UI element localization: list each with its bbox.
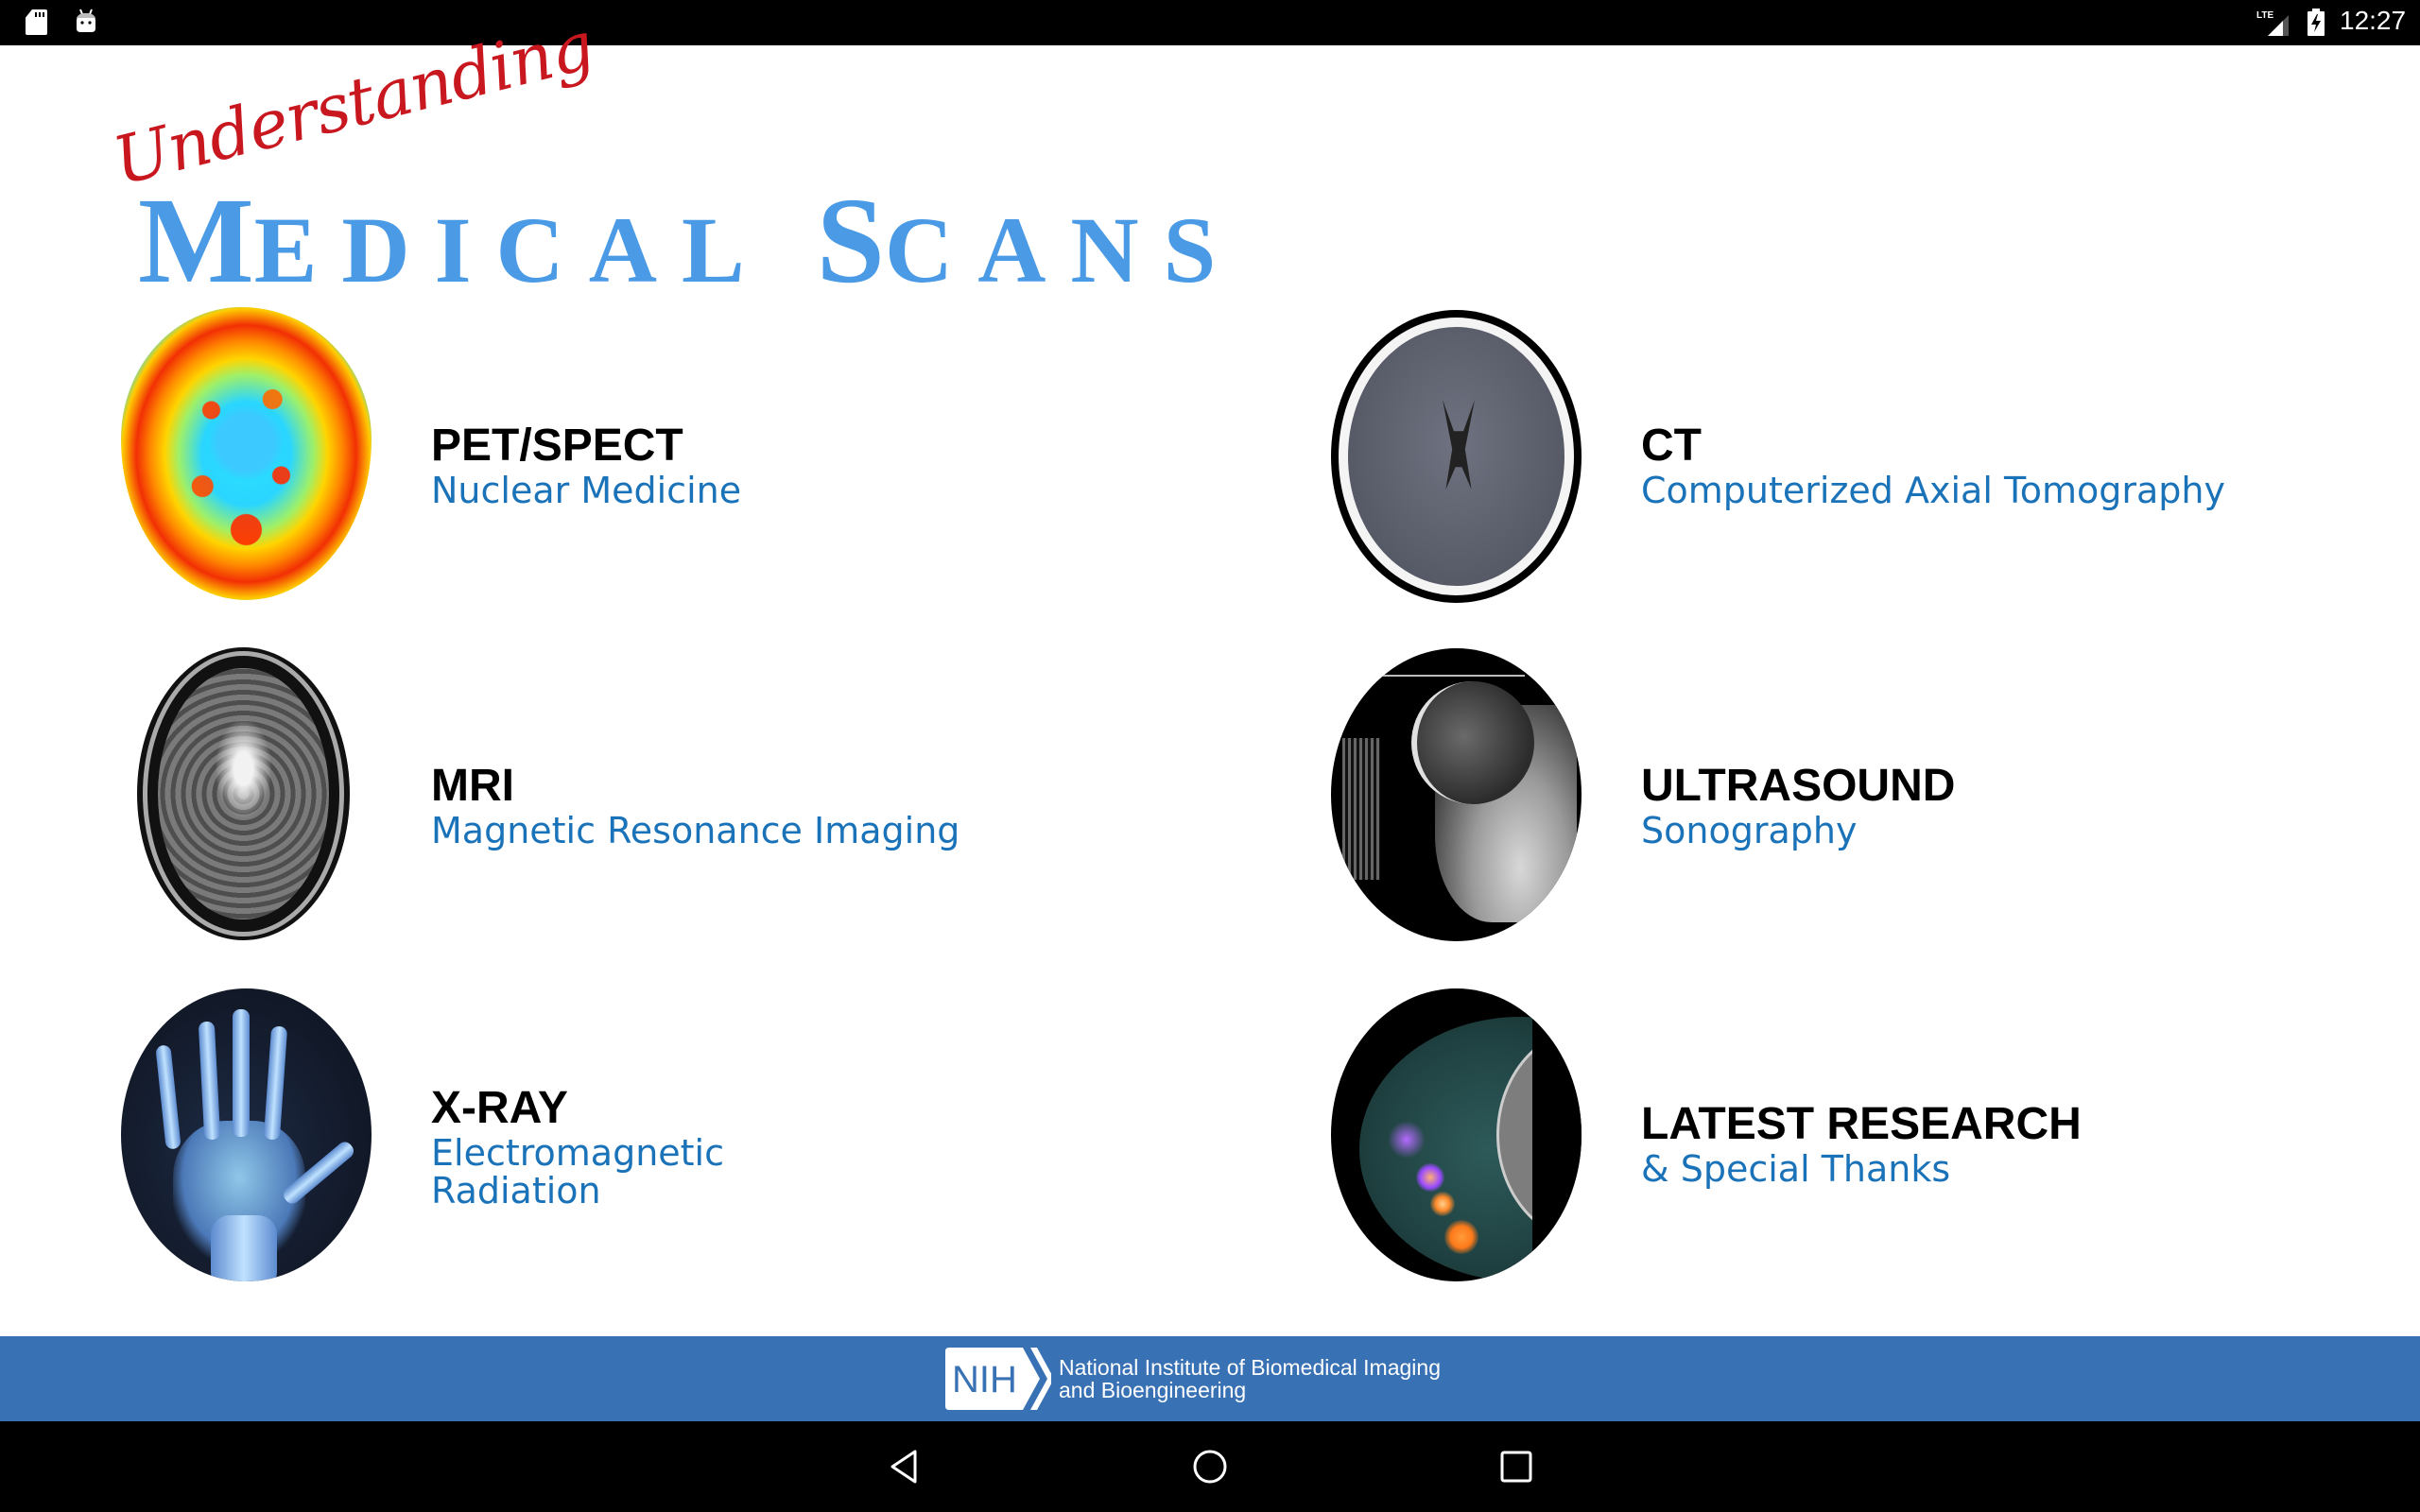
recents-icon[interactable] — [1497, 1448, 1535, 1486]
scan-item-text: MRI Magnetic Resonance Imaging — [431, 761, 1282, 850]
scan-item-text: PET/SPECT Nuclear Medicine — [431, 421, 998, 509]
scan-item-mri[interactable]: MRI Magnetic Resonance Imaging — [137, 647, 1224, 959]
battery-charging-icon — [2308, 9, 2325, 36]
scan-item-subtitle: Nuclear Medicine — [431, 470, 742, 511]
scan-item-x-ray[interactable]: X-RAY Electromagnetic Radiation — [121, 988, 1208, 1300]
sd-card-icon — [26, 9, 47, 35]
scan-item-subtitle: & Special Thanks — [1641, 1148, 1951, 1190]
back-icon[interactable] — [887, 1448, 925, 1486]
scan-item-subtitle: Sonography — [1641, 810, 1858, 851]
scan-item-title: MRI — [431, 761, 514, 811]
title-word-scans: CANS — [884, 198, 1241, 302]
footer-org-line-1: National Institute of Biomedical Imaging — [1059, 1355, 1441, 1380]
title-main: MEDICAL SCANS — [138, 170, 1240, 312]
svg-text:LTE: LTE — [2256, 10, 2273, 21]
breast-pet-scan-image — [1331, 988, 1582, 1281]
hand-xray-image — [121, 988, 372, 1281]
footer-org-line-2: and Bioengineering — [1059, 1378, 1247, 1402]
scan-item-latest-research[interactable]: LATEST RESEARCH & Special Thanks — [1331, 988, 2418, 1300]
lte-signal-icon: LTE — [2256, 10, 2289, 36]
pet-brain-scan-image — [121, 307, 372, 600]
title-initial-m: M — [138, 173, 254, 309]
scan-item-subtitle: Electromagnetic Radiation — [431, 1132, 725, 1211]
home-icon[interactable] — [1191, 1448, 1229, 1486]
scan-item-ct[interactable]: CT Computerized Axial Tomography — [1331, 310, 2418, 622]
clock: 12:27 — [2340, 6, 2407, 35]
scan-item-title: ULTRASOUND — [1641, 761, 1956, 811]
ct-brain-scan-image — [1331, 310, 1582, 603]
android-debug-icon — [77, 9, 95, 32]
fetal-ultrasound-image — [1331, 648, 1582, 941]
app-title: Understanding MEDICAL SCANS — [106, 7, 1371, 309]
footer-org-name: National Institute of Biomedical Imaging… — [1059, 1356, 1441, 1401]
scan-item-subtitle: Computerized Axial Tomography — [1641, 470, 2225, 511]
scan-item-ultrasound[interactable]: ULTRASOUND Sonography — [1331, 648, 2418, 960]
scan-item-text: ULTRASOUND Sonography — [1641, 761, 2420, 850]
footer-banner: NIH National Institute of Biomedical Ima… — [0, 1336, 2420, 1421]
scan-item-title: LATEST RESEARCH — [1641, 1099, 2082, 1149]
navigation-bar — [0, 1421, 2420, 1512]
svg-text:NIH: NIH — [952, 1359, 1017, 1400]
scan-item-pet-spect[interactable]: PET/SPECT Nuclear Medicine — [121, 307, 1208, 619]
scan-item-text: CT Computerized Axial Tomography — [1641, 421, 2420, 509]
scan-item-text: LATEST RESEARCH & Special Thanks — [1641, 1099, 2420, 1188]
scan-item-title: PET/SPECT — [431, 421, 683, 471]
nih-logo[interactable]: NIH — [945, 1346, 1051, 1412]
title-initial-s: S — [816, 173, 885, 309]
scan-item-subtitle: Magnetic Resonance Imaging — [431, 810, 960, 851]
mri-brain-scan-image — [137, 647, 350, 940]
status-bar: LTE 12:27 — [0, 0, 2420, 45]
scan-item-title: X-RAY — [431, 1083, 568, 1133]
title-word-medical: EDICAL — [253, 198, 769, 302]
scan-item-text: X-RAY Electromagnetic Radiation — [431, 1083, 743, 1210]
scan-item-title: CT — [1641, 421, 1702, 471]
